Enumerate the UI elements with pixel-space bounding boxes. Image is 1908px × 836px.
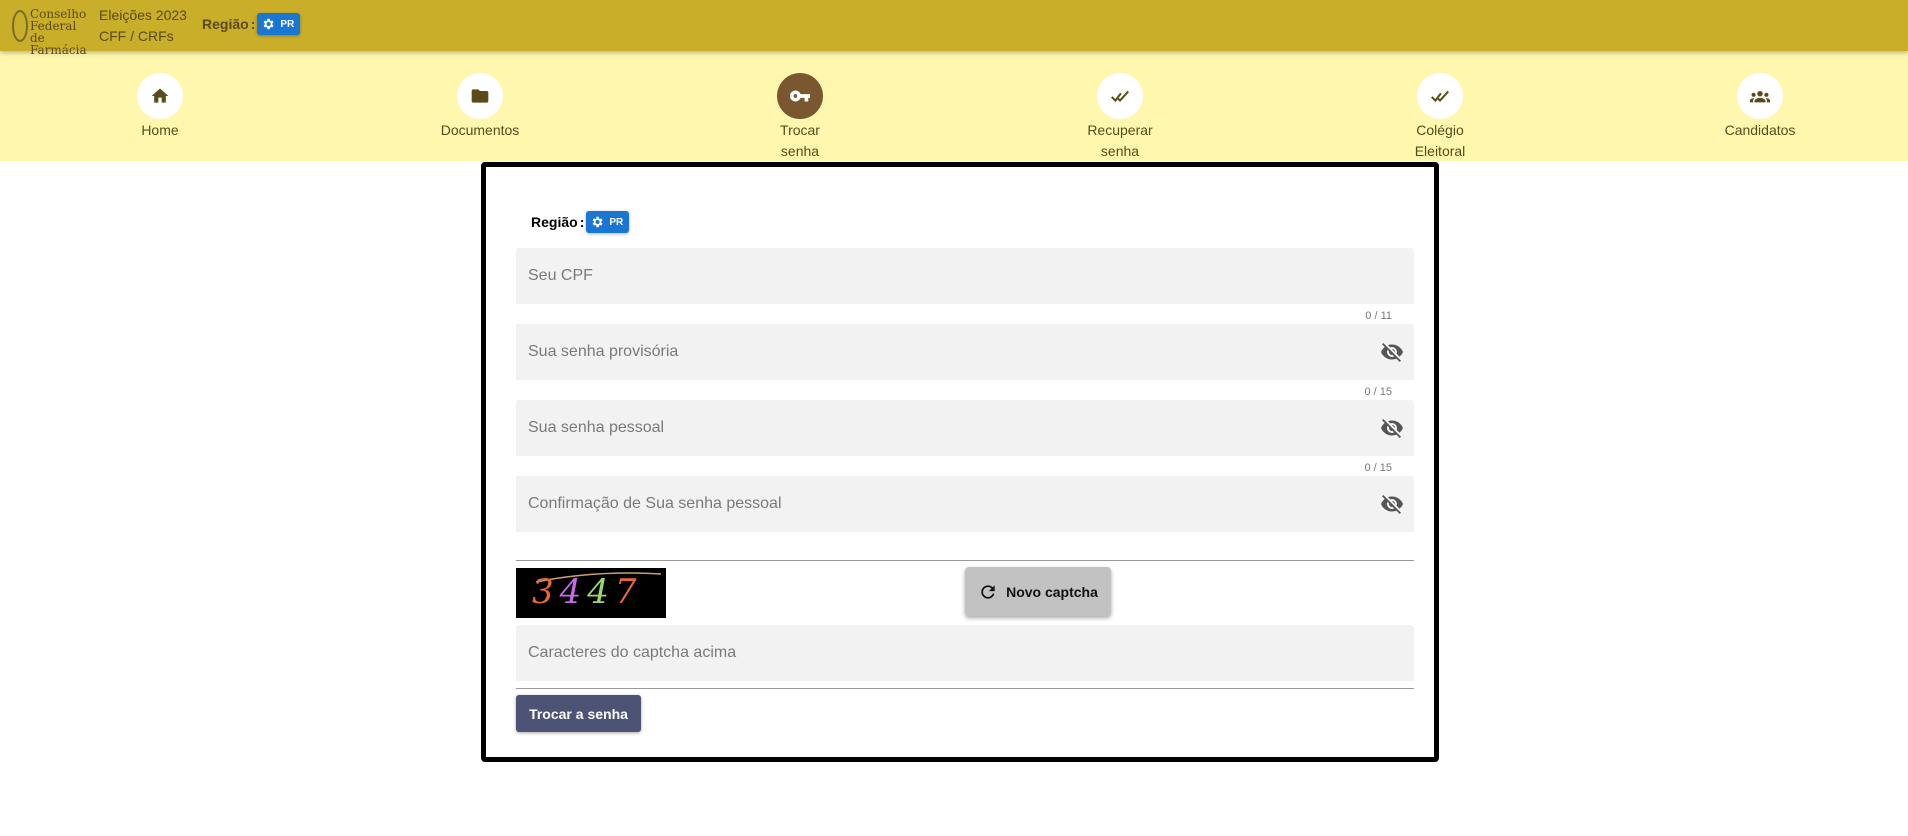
captcha-char-2: 4 — [559, 572, 588, 612]
captcha-char-1: 3 — [532, 572, 560, 612]
form-region-chip[interactable]: PR — [586, 211, 630, 233]
folder-icon — [471, 89, 489, 103]
nav-label-home: Home — [141, 122, 179, 138]
change-password-card: Região: PR 0 / 11 0 / 15 0 / 15 3447 Nov… — [481, 162, 1439, 762]
personal-password-counter: 0 / 15 — [1364, 462, 1392, 474]
temp-password-counter: 0 / 15 — [1364, 386, 1392, 398]
nav-label-documentos: Documentos — [440, 122, 520, 138]
nav-label-colegio-eleitoral: Colégio Eleitoral — [1414, 122, 1466, 159]
confirm-password-field — [516, 476, 1414, 532]
eye-off-icon[interactable] — [1380, 416, 1404, 440]
nav-item-home[interactable]: Home — [90, 73, 230, 141]
nav-item-colegio-eleitoral[interactable]: Colégio Eleitoral — [1370, 73, 1510, 162]
change-password-button[interactable]: Trocar a senha — [516, 695, 641, 732]
nav-label-candidatos: Candidatos — [1724, 122, 1796, 138]
key-icon — [789, 90, 811, 102]
captcha-field — [516, 625, 1414, 681]
brand-title: Eleições 2023 CFF / CRFs — [99, 5, 187, 47]
refresh-icon — [981, 584, 995, 599]
header-region: Região: PR — [202, 13, 301, 35]
logo-line-3: Farmácia — [30, 43, 87, 57]
form-region-value: PR — [609, 216, 624, 228]
nav-item-recuperar-senha[interactable]: Recuperar senha — [1050, 73, 1190, 162]
home-icon — [151, 88, 169, 103]
temp-password-input[interactable] — [516, 324, 1414, 380]
gear-icon — [592, 216, 603, 228]
group-icon — [1749, 90, 1771, 103]
cff-logo: Conselho Federal de Farmácia — [12, 8, 92, 56]
captcha-input[interactable] — [516, 625, 1414, 681]
temp-password-field — [516, 324, 1414, 380]
logo-line-2: Federal de — [30, 19, 77, 45]
cpf-field — [516, 248, 1414, 304]
eye-off-icon[interactable] — [1380, 340, 1404, 364]
logo-seal-icon — [12, 10, 28, 42]
captcha-char-3: 4 — [587, 572, 615, 612]
header-region-chip[interactable]: PR — [257, 13, 301, 35]
nav-label-trocar-senha: Trocar senha — [780, 122, 820, 159]
nav-item-candidatos[interactable]: Candidatos — [1690, 73, 1830, 141]
captcha-image: 3447 — [516, 568, 666, 618]
nav-item-documentos[interactable]: Documentos — [410, 73, 550, 141]
double-check-icon — [1431, 90, 1449, 103]
top-bar: Conselho Federal de Farmácia Eleições 20… — [0, 0, 1908, 56]
new-captcha-label: Novo captcha — [1006, 583, 1098, 600]
header-region-value: PR — [280, 18, 295, 30]
brand-line-1: Eleições 2023 — [99, 7, 187, 23]
personal-password-field — [516, 400, 1414, 456]
nav-label-recuperar-senha: Recuperar senha — [1087, 122, 1153, 159]
new-captcha-button[interactable]: Novo captcha — [965, 567, 1111, 616]
captcha-char-4: 7 — [614, 572, 643, 612]
form-region: Região: PR — [531, 211, 630, 233]
cpf-input[interactable] — [516, 248, 1414, 304]
nav-bar: Home Documentos Trocar senha Recuperar s… — [0, 51, 1908, 161]
captcha-bottom-divider — [516, 688, 1414, 689]
form-region-label: Região — [531, 214, 578, 230]
confirm-password-input[interactable] — [516, 476, 1414, 532]
nav-item-trocar-senha[interactable]: Trocar senha — [730, 73, 870, 162]
eye-off-icon[interactable] — [1380, 492, 1404, 516]
gear-icon — [263, 18, 274, 30]
brand-line-2: CFF / CRFs — [99, 28, 174, 44]
personal-password-input[interactable] — [516, 400, 1414, 456]
cpf-counter: 0 / 11 — [1365, 310, 1392, 322]
header-region-label: Região — [202, 16, 249, 32]
double-check-icon — [1111, 90, 1129, 103]
captcha-top-divider — [516, 560, 1414, 561]
